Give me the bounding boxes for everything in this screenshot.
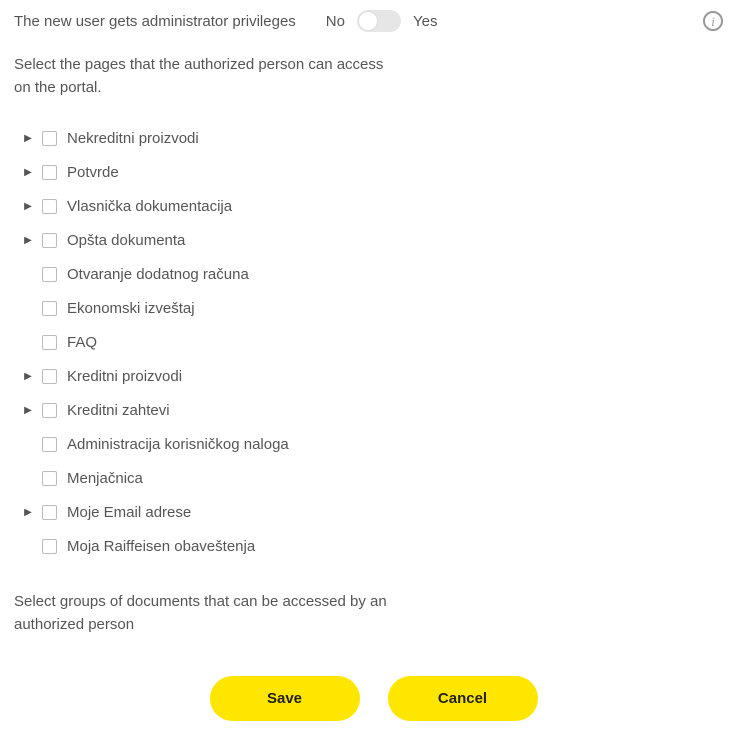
caret-right-icon[interactable]: ▶: [20, 232, 36, 248]
tree-item-label[interactable]: Kreditni proizvodi: [67, 368, 182, 385]
tree-item: ▶Ekonomski izveštaj: [14, 291, 733, 325]
tree-item-label[interactable]: Vlasnička dokumentacija: [67, 198, 232, 215]
tree-item-label[interactable]: Moja Raiffeisen obaveštenja: [67, 538, 255, 555]
caret-right-icon[interactable]: ▶: [20, 368, 36, 384]
tree-item-label[interactable]: Ekonomski izveštaj: [67, 300, 195, 317]
tree-item: ▶Administracija korisničkog naloga: [14, 427, 733, 461]
button-row: Save Cancel: [14, 676, 733, 721]
tree-item-label[interactable]: Opšta dokumenta: [67, 232, 185, 249]
tree-item-label[interactable]: Administracija korisničkog naloga: [67, 436, 289, 453]
tree-item: ▶Menjačnica: [14, 461, 733, 495]
tree-item: ▶ Potvrde: [14, 155, 733, 189]
tree-checkbox[interactable]: [42, 437, 57, 452]
toggle-yes-label: Yes: [413, 13, 437, 30]
tree-checkbox[interactable]: [42, 335, 57, 350]
tree-item-label[interactable]: FAQ: [67, 334, 97, 351]
admin-toggle-group: No Yes: [326, 10, 438, 32]
caret-right-icon[interactable]: ▶: [20, 504, 36, 520]
caret-right-icon[interactable]: ▶: [20, 198, 36, 214]
toggle-knob: [358, 11, 378, 31]
tree-item: ▶ Kreditni proizvodi: [14, 359, 733, 393]
tree-item: ▶ Kreditni zahtevi: [14, 393, 733, 427]
save-button[interactable]: Save: [210, 676, 360, 721]
caret-right-icon[interactable]: ▶: [20, 164, 36, 180]
tree-item-label[interactable]: Nekreditni proizvodi: [67, 130, 199, 147]
admin-toggle[interactable]: [357, 10, 401, 32]
tree-item-label[interactable]: Kreditni zahtevi: [67, 402, 170, 419]
docs-section-label: Select groups of documents that can be a…: [14, 591, 404, 636]
tree-checkbox[interactable]: [42, 505, 57, 520]
tree-item: ▶ Moje Email adrese: [14, 495, 733, 529]
tree-item-label[interactable]: Potvrde: [67, 164, 119, 181]
admin-privileges-row: The new user gets administrator privileg…: [14, 10, 733, 32]
tree-checkbox[interactable]: [42, 539, 57, 554]
info-icon[interactable]: i: [703, 11, 723, 31]
tree-checkbox[interactable]: [42, 267, 57, 282]
tree-checkbox[interactable]: [42, 199, 57, 214]
pages-section-label: Select the pages that the authorized per…: [14, 54, 404, 99]
tree-checkbox[interactable]: [42, 369, 57, 384]
tree-checkbox[interactable]: [42, 233, 57, 248]
tree-item-label[interactable]: Otvaranje dodatnog računa: [67, 266, 249, 283]
tree-checkbox[interactable]: [42, 301, 57, 316]
pages-tree: ▶ Nekreditni proizvodi ▶ Potvrde ▶ Vlasnička …: [14, 121, 733, 563]
caret-right-icon[interactable]: ▶: [20, 130, 36, 146]
tree-checkbox[interactable]: [42, 131, 57, 146]
toggle-no-label: No: [326, 13, 345, 30]
tree-checkbox[interactable]: [42, 403, 57, 418]
tree-item: ▶Moja Raiffeisen obaveštenja: [14, 529, 733, 563]
tree-item: ▶Otvaranje dodatnog računa: [14, 257, 733, 291]
tree-item-label[interactable]: Menjačnica: [67, 470, 143, 487]
tree-item: ▶ Nekreditni proizvodi: [14, 121, 733, 155]
admin-privileges-label: The new user gets administrator privileg…: [14, 13, 296, 30]
tree-item: ▶ Opšta dokumenta: [14, 223, 733, 257]
caret-right-icon[interactable]: ▶: [20, 402, 36, 418]
tree-checkbox[interactable]: [42, 471, 57, 486]
tree-checkbox[interactable]: [42, 165, 57, 180]
cancel-button[interactable]: Cancel: [388, 676, 538, 721]
tree-item-label[interactable]: Moje Email adrese: [67, 504, 191, 521]
tree-item: ▶FAQ: [14, 325, 733, 359]
tree-item: ▶ Vlasnička dokumentacija: [14, 189, 733, 223]
